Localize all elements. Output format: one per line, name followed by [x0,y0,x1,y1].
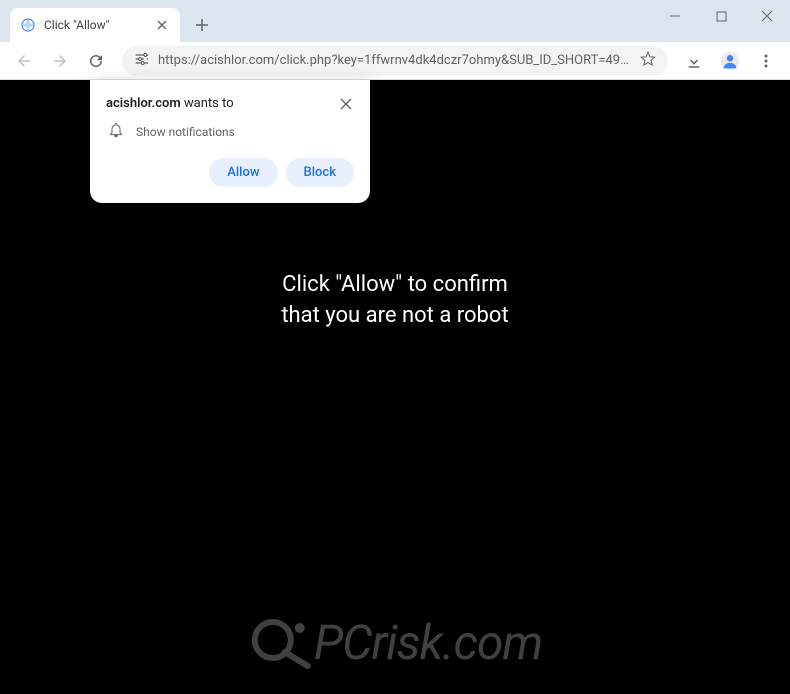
dialog-close-button[interactable] [338,96,354,112]
allow-button[interactable]: Allow [209,158,277,187]
page-main-text: Click "Allow" to confirm that you are no… [0,270,790,332]
forward-button[interactable] [44,45,76,77]
close-window-button[interactable] [744,0,790,32]
address-bar[interactable]: https://acishlor.com/click.php?key=1ffwr… [122,46,668,76]
reload-button[interactable] [80,45,112,77]
dialog-buttons: Allow Block [106,158,354,187]
profile-button[interactable] [714,45,746,77]
notification-permission-dialog: acishlor.com wants to Show notifications… [90,80,370,203]
maximize-button[interactable] [698,0,744,32]
page-text-line1: Click "Allow" to confirm [0,270,790,301]
browser-tab[interactable]: Click "Allow" [10,8,180,42]
toolbar-right [678,45,782,77]
url-text: https://acishlor.com/click.php?key=1ffwr… [158,53,632,68]
watermark: PCrisk.com [248,610,542,674]
downloads-button[interactable] [678,45,710,77]
watermark-logo-icon [248,610,318,674]
dialog-wants-to: wants to [184,96,234,111]
browser-title-bar: Click "Allow" [0,0,790,42]
bookmark-star-icon[interactable] [640,51,656,71]
site-settings-icon[interactable] [134,51,150,71]
minimize-button[interactable] [652,0,698,32]
tab-title: Click "Allow" [44,18,150,32]
window-controls [652,0,790,32]
watermark-text: PCrisk.com [314,614,542,671]
dialog-body-text: Show notifications [136,125,235,139]
back-button[interactable] [8,45,40,77]
block-button[interactable]: Block [286,158,354,187]
page-text-line2: that you are not a robot [0,301,790,332]
new-tab-button[interactable] [188,11,216,39]
tab-close-button[interactable] [154,17,170,33]
dialog-site-name: acishlor.com [106,96,181,111]
tab-favicon [20,17,36,33]
browser-toolbar: https://acishlor.com/click.php?key=1ffwr… [0,42,790,80]
page-content: acishlor.com wants to Show notifications… [0,80,790,694]
dialog-body: Show notifications [106,122,354,142]
browser-menu-button[interactable] [750,45,782,77]
dialog-title: acishlor.com wants to [106,96,234,111]
bell-icon [108,122,124,142]
dialog-header: acishlor.com wants to [106,96,354,112]
